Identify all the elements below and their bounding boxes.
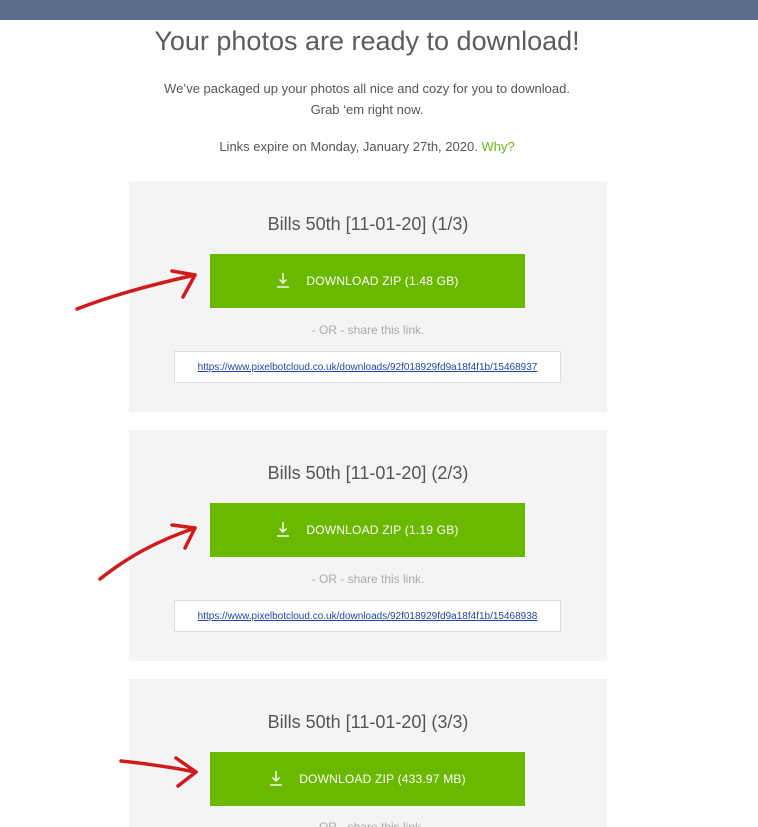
share-link-1[interactable]: https://www.pixelbotcloud.co.uk/download… bbox=[198, 362, 538, 373]
expiry-text: Links expire on Monday, January 27th, 20… bbox=[219, 139, 478, 154]
download-title: Bills 50th [11-01-20] (3/3) bbox=[267, 712, 469, 732]
share-link-box: https://www.pixelbotcloud.co.uk/download… bbox=[174, 351, 561, 383]
intro-line-2: Grab ‘em right now. bbox=[310, 102, 424, 117]
download-button-label: DOWNLOAD ZIP (1.48 GB) bbox=[306, 274, 459, 288]
download-zip-button-1[interactable]: DOWNLOAD ZIP (1.48 GB) bbox=[210, 254, 525, 308]
download-zip-button-2[interactable]: DOWNLOAD ZIP (1.19 GB) bbox=[210, 503, 525, 557]
download-button-label: DOWNLOAD ZIP (1.19 GB) bbox=[306, 523, 459, 537]
or-share-text: - OR - share this link. bbox=[129, 821, 607, 827]
download-card-2: Bills 50th [11-01-20] (2/3) DOWNLOAD ZIP… bbox=[129, 430, 607, 661]
download-arrow-icon bbox=[277, 522, 290, 537]
top-header-bar bbox=[0, 0, 758, 20]
download-title: Bills 50th [11-01-20] (1/3) bbox=[267, 214, 469, 234]
download-card-1: Bills 50th [11-01-20] (1/3) DOWNLOAD ZIP… bbox=[129, 181, 607, 412]
or-share-text: - OR - share this link. bbox=[311, 572, 425, 586]
page-title: Your photos are ready to download! bbox=[154, 26, 580, 56]
download-button-label: DOWNLOAD ZIP (433.97 MB) bbox=[299, 772, 466, 786]
intro-line-1: We’ve packaged up your photos all nice a… bbox=[164, 81, 570, 96]
share-link-2[interactable]: https://www.pixelbotcloud.co.uk/download… bbox=[198, 611, 538, 622]
download-zip-button-3[interactable]: DOWNLOAD ZIP (433.97 MB) bbox=[210, 752, 525, 806]
expiry-notice: Links expire on Monday, January 27th, 20… bbox=[0, 137, 734, 157]
download-card-3: Bills 50th [11-01-20] (3/3) DOWNLOAD ZIP… bbox=[129, 679, 607, 827]
why-link[interactable]: Why? bbox=[481, 139, 514, 154]
download-arrow-icon bbox=[277, 273, 290, 288]
download-title: Bills 50th [11-01-20] (2/3) bbox=[267, 463, 469, 483]
intro-text: We’ve packaged up your photos all nice a… bbox=[0, 78, 734, 120]
or-share-text: - OR - share this link. bbox=[311, 323, 425, 337]
download-arrow-icon bbox=[270, 771, 283, 786]
share-link-box: https://www.pixelbotcloud.co.uk/download… bbox=[174, 600, 561, 632]
